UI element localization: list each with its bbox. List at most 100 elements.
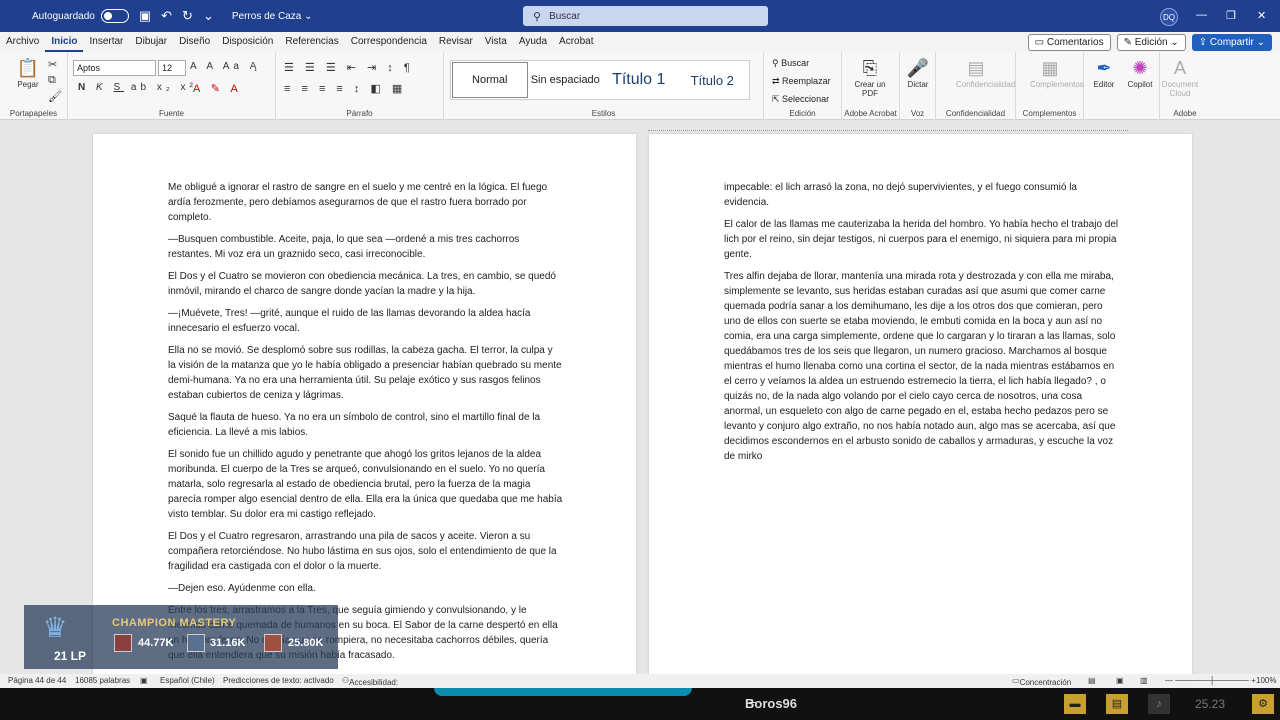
paragraph-group-label: Párrafo — [346, 109, 373, 118]
accessibility-status[interactable]: ⚇ Accesibilidad: todo correcto — [342, 676, 398, 696]
editor-icon: ✒ — [1096, 58, 1112, 78]
dictate-button[interactable]: 🎤 Dictar — [898, 56, 938, 89]
font-format-buttons[interactable]: N K S ab x₂ x² — [78, 82, 197, 93]
paragraph: Tres alfin dejaba de llorar, mantenía un… — [724, 271, 1116, 462]
style-no-spacing[interactable]: Sin espaciado — [529, 61, 603, 99]
format-painter-icon[interactable]: 🖌 — [48, 90, 66, 103]
acrobat-group: ⎘ Crear un PDF Adobe Acrobat — [842, 52, 900, 120]
tab-archivo[interactable]: Archivo — [0, 32, 45, 52]
voice-group-label: Voz — [910, 109, 925, 118]
shield-icon: ▤ — [967, 58, 985, 78]
share-button[interactable]: ⇪ Compartir ⌄ — [1191, 34, 1272, 51]
comments-button[interactable]: ▭ Comentarios — [1027, 34, 1111, 51]
editing-group-label: Edición — [789, 109, 816, 118]
text-predictions-status[interactable]: Predicciones de texto: activado — [223, 676, 334, 685]
taskbar: + Boros96 ▬ ▤ ♪ 25.23 ⚙ — [0, 688, 1280, 720]
find-button[interactable]: ⚲ Buscar — [772, 58, 809, 69]
styles-gallery: Normal Sin espaciado Título 1 Título 2 — [450, 60, 750, 100]
editing-group: ⚲ Buscar ⇄ Reemplazar ⇱ Seleccionar Edic… — [764, 52, 842, 120]
proofing-icon[interactable]: ▣ — [140, 676, 148, 685]
style-heading-2[interactable]: Título 2 — [676, 61, 750, 99]
clipboard-group: 📋 Pegar ✂ ⧉ 🖌 Portapapeles — [0, 52, 68, 120]
read-mode-icon[interactable]: ▤ — [1088, 676, 1096, 685]
style-heading-1[interactable]: Título 1 — [602, 61, 676, 99]
font-name-select[interactable]: Aptos — [73, 60, 156, 76]
language-status[interactable]: Español (Chile) — [160, 676, 215, 685]
document-page-right[interactable]: impecable: el lich arrasó la zona, no de… — [649, 134, 1192, 674]
paragraph: Saqué la flauta de hueso. Ya no era un s… — [168, 412, 541, 438]
document-name[interactable]: Perros de Caza ⌄ — [232, 11, 313, 22]
focus-button[interactable]: ▭ Concentración — [1012, 676, 1071, 687]
style-normal[interactable]: Normal — [452, 62, 528, 98]
avatar[interactable]: DQ — [1160, 8, 1178, 26]
editing-mode-button[interactable]: ✎ Edición ⌄ — [1116, 34, 1186, 51]
zoom-slider[interactable]: — ──────┼────── + — [1165, 676, 1256, 685]
minimize-icon[interactable]: — — [1196, 9, 1207, 21]
confidentiality-button[interactable]: ▤ Confidencialidad — [956, 56, 1015, 89]
settings-icon[interactable]: ⚙ — [1252, 694, 1274, 714]
player-name: Boros96 — [745, 696, 798, 711]
adobe-group-label: Adobe — [1173, 109, 1197, 118]
lp-value: 21 LP — [54, 649, 87, 663]
select-button[interactable]: ⇱ Seleccionar — [772, 94, 829, 105]
font-size-controls[interactable]: A A Aa Ą — [190, 61, 260, 72]
tab-vista[interactable]: Vista — [479, 32, 513, 52]
horizontal-ruler[interactable] — [648, 121, 1128, 131]
collection-icon[interactable]: ▤ — [1106, 694, 1128, 714]
tab-disposicion[interactable]: Disposición — [216, 32, 279, 52]
tab-referencias[interactable]: Referencias — [279, 32, 344, 52]
tab-diseno[interactable]: Diseño — [173, 32, 216, 52]
copilot-button[interactable]: ✺ Copilot — [1120, 56, 1160, 89]
cut-icon[interactable]: ✂ — [48, 58, 61, 71]
add-ins-button[interactable]: ▦ Complementos — [1030, 56, 1084, 89]
ribbon-tabs: Archivo Inicio Insertar Dibujar Diseño D… — [0, 32, 1280, 52]
customize-icon[interactable]: ⌄ — [203, 8, 214, 24]
tab-inicio[interactable]: Inicio — [45, 32, 84, 52]
close-icon[interactable]: ✕ — [1257, 9, 1266, 22]
chat-icon[interactable]: ▬ — [1064, 694, 1086, 714]
grid-icon: ▦ — [1041, 58, 1059, 78]
champion-thumbnail — [264, 634, 282, 652]
editor-button[interactable]: ✒ Editor — [1084, 56, 1124, 89]
list-buttons[interactable]: ☰ ☰ ☰ ⇤ ⇥ ↕ ¶ — [284, 61, 414, 74]
styles-group-label: Estilos — [591, 109, 616, 118]
zoom-level[interactable]: 100% — [1256, 676, 1276, 685]
tab-dibujar[interactable]: Dibujar — [129, 32, 173, 52]
copy-icon[interactable]: ⧉ — [48, 74, 60, 87]
redo-icon[interactable]: ↻ — [182, 8, 193, 24]
replace-button[interactable]: ⇄ Reemplazar — [772, 76, 831, 87]
page-count[interactable]: Página 44 de 44 — [8, 676, 66, 685]
game-hud-arc — [434, 688, 692, 696]
search-icon: ⚲ — [533, 10, 542, 23]
create-pdf-button[interactable]: ⎘ Crear un PDF — [850, 56, 890, 98]
paste-button[interactable]: 📋 Pegar — [8, 56, 48, 89]
autosave-toggle[interactable] — [100, 9, 129, 23]
print-layout-icon[interactable]: ▣ — [1116, 676, 1124, 685]
tab-ayuda[interactable]: Ayuda — [513, 32, 553, 52]
tab-revisar[interactable]: Revisar — [433, 32, 479, 52]
font-size-select[interactable]: 12 — [158, 60, 186, 76]
voice-group: 🎤 Dictar Voz — [900, 52, 936, 120]
addins-group-label: Complementos — [1022, 109, 1077, 118]
font-group: Aptos 12 A A Aa Ą N K S ab x₂ x² A ✎ A F… — [68, 52, 276, 120]
confidentiality-group: ▤ Confidencialidad Confidencialidad — [936, 52, 1016, 120]
font-color-buttons[interactable]: A ✎ A — [193, 82, 242, 95]
clipboard-group-label: Portapapeles — [9, 109, 58, 118]
adobe-group: A Document Cloud Adobe — [1160, 52, 1210, 120]
mic-icon[interactable]: ♪ — [1148, 694, 1170, 714]
document-cloud-button[interactable]: A Document Cloud — [1160, 56, 1200, 98]
tab-acrobat[interactable]: Acrobat — [553, 32, 599, 52]
adobe-icon: A — [1173, 58, 1186, 78]
restore-icon[interactable]: ❐ — [1226, 9, 1236, 22]
paragraph: —¡Muévete, Tres! —grité, aunque el ruido… — [168, 308, 531, 334]
word-count[interactable]: 16085 palabras — [75, 676, 130, 685]
save-icon[interactable]: ▣ — [139, 8, 151, 24]
tab-insertar[interactable]: Insertar — [83, 32, 129, 52]
addins-group: ▦ Complementos Complementos — [1016, 52, 1084, 120]
web-layout-icon[interactable]: ▥ — [1140, 676, 1148, 685]
tab-correspondencia[interactable]: Correspondencia — [345, 32, 433, 52]
alignment-buttons[interactable]: ≡ ≡ ≡ ≡ ↕ ◧ ▦ — [284, 82, 406, 95]
document-page-left[interactable]: Me obligué a ignorar el rastro de sangre… — [93, 134, 636, 674]
search-input[interactable]: ⚲ Buscar — [523, 6, 768, 26]
undo-icon[interactable]: ↶ — [161, 8, 172, 24]
